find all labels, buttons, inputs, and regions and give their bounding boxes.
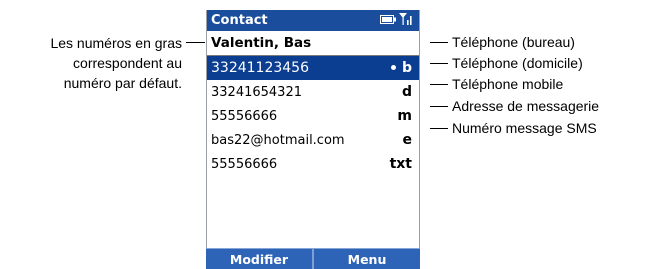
- softkey-bar: Modifier Menu: [206, 248, 420, 269]
- entry-value: 55556666: [211, 108, 278, 124]
- contact-entry-sms[interactable]: 55556666 txt: [207, 152, 419, 176]
- status-icons: [380, 12, 413, 29]
- entry-type-code: m: [397, 108, 412, 124]
- entry-type-code: d: [401, 84, 412, 100]
- entry-code-text: b: [401, 60, 412, 76]
- contact-entry-home[interactable]: 33241654321 d: [207, 80, 419, 104]
- screen-title: Contact: [211, 13, 268, 28]
- legend-work: Téléphone (bureau): [430, 34, 575, 50]
- title-bar: Contact: [207, 10, 419, 31]
- note-line-3: numéro par défaut.: [63, 75, 182, 91]
- legend-home: Téléphone (domicile): [430, 55, 583, 71]
- entry-type-code: txt: [389, 156, 412, 172]
- entry-value: 55556666: [211, 156, 278, 172]
- contact-entry-mobile[interactable]: 55556666 m: [207, 104, 419, 128]
- contact-name: Valentin, Bas: [207, 31, 419, 56]
- entry-value: bas22@hotmail.com: [211, 132, 345, 148]
- legend-sms: Numéro message SMS: [430, 120, 597, 136]
- contact-entry-email[interactable]: bas22@hotmail.com e: [207, 128, 419, 152]
- entry-type-code: e: [402, 132, 413, 148]
- contact-entry-work[interactable]: 33241123456 b: [207, 56, 419, 80]
- note-leader-line: [186, 42, 205, 43]
- entry-value: 33241123456: [211, 60, 309, 76]
- legend-email: Adresse de messagerie: [430, 98, 599, 114]
- legend-mobile: Téléphone mobile: [430, 76, 563, 92]
- battery-icon: [380, 13, 396, 28]
- softkey-modifier-button[interactable]: Modifier: [206, 249, 312, 269]
- default-indicator-icon: [390, 64, 396, 70]
- phone-screen: Contact Valentin, Bas 33241123456 b 3324…: [206, 10, 420, 269]
- entry-type-code: b: [390, 60, 412, 76]
- note-line-1: Les numéros en gras: [50, 35, 182, 51]
- signal-icon: [399, 12, 413, 29]
- softkey-menu-button[interactable]: Menu: [312, 249, 420, 269]
- default-number-note: Les numéros en gras correspondent au num…: [0, 33, 182, 93]
- entry-value: 33241654321: [211, 84, 302, 100]
- note-line-2: correspondent au: [73, 55, 182, 71]
